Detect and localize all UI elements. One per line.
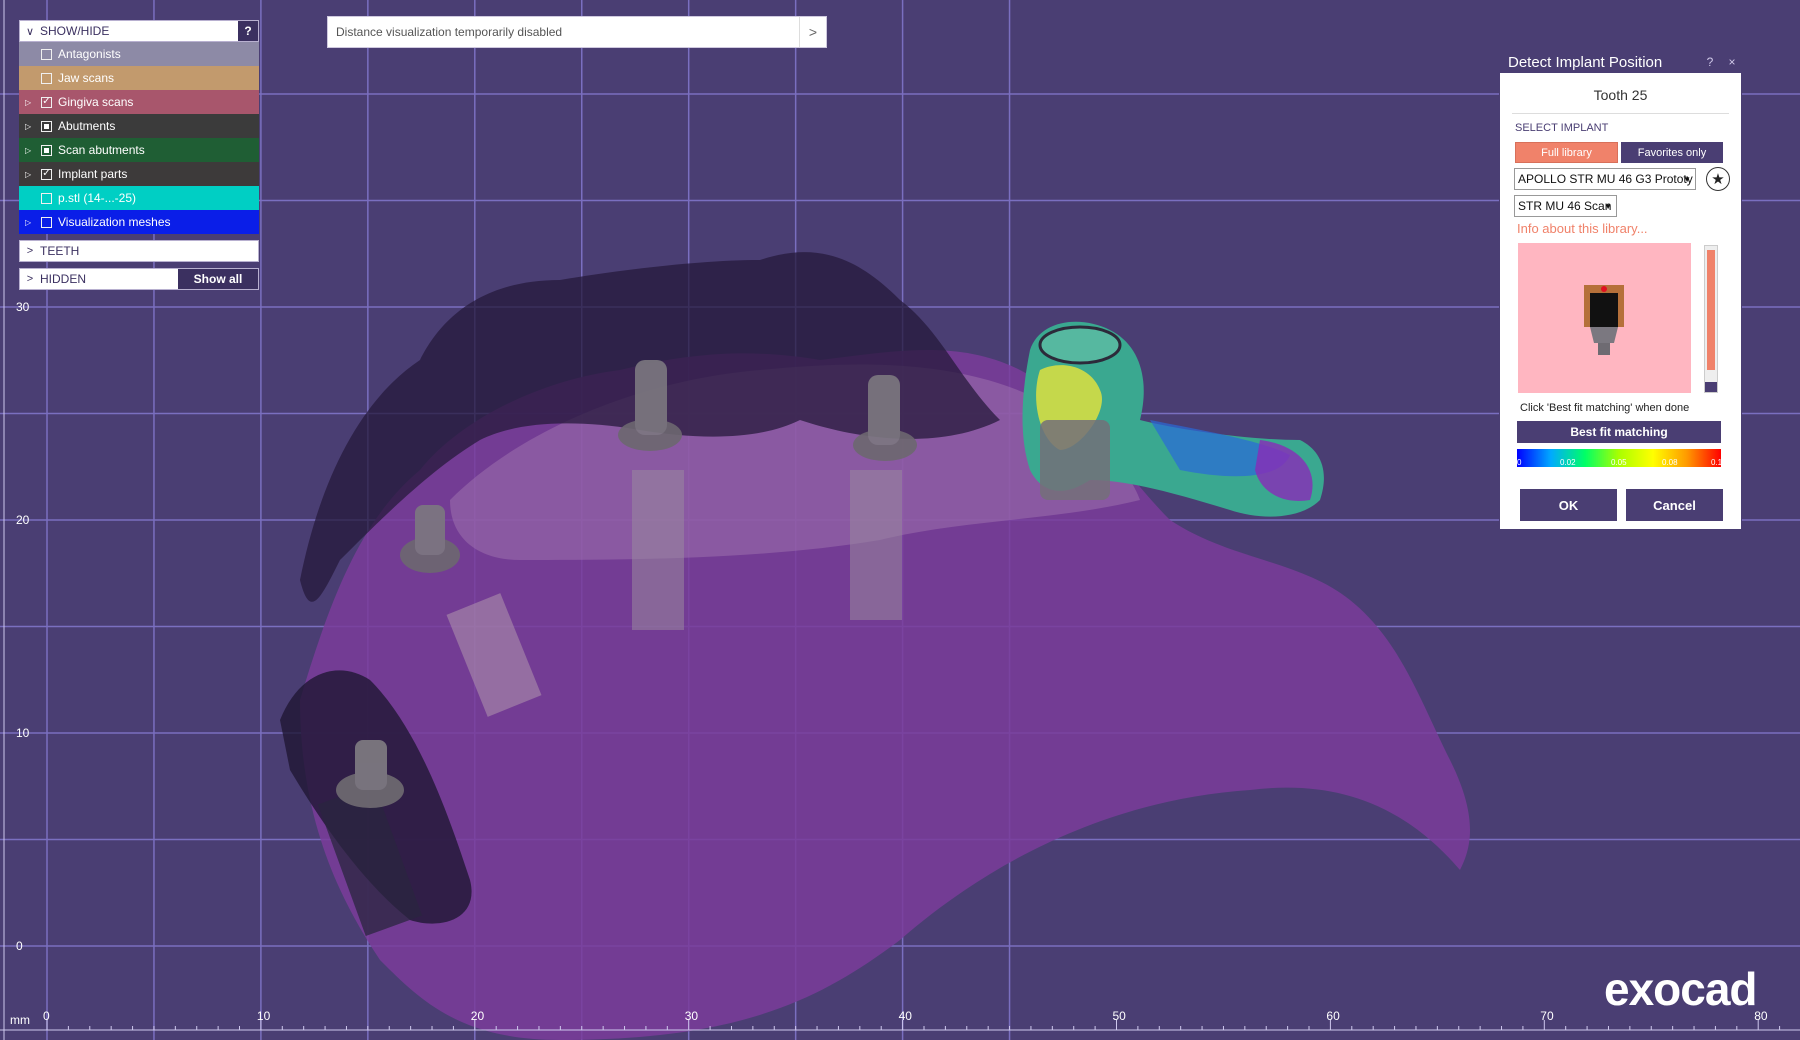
library-toggle: Full library Favorites only <box>1515 142 1741 163</box>
y-axis-tick-label: 20 <box>16 513 30 527</box>
chevron-down-icon: ▼ <box>1604 201 1612 211</box>
expand-triangle-icon[interactable]: ▷ <box>25 170 37 179</box>
library-info-link[interactable]: Info about this library... <box>1517 221 1648 236</box>
best-fit-matching-button[interactable]: Best fit matching <box>1517 421 1721 443</box>
library-dropdown[interactable]: APOLLO STR MU 46 G3 Prototy ▼ <box>1514 168 1696 190</box>
library-dropdown-value: APOLLO STR MU 46 G3 Prototy <box>1518 172 1693 186</box>
hidden-label: HIDDEN <box>40 272 87 286</box>
colorbar-tick-label: 0.05 <box>1611 458 1627 467</box>
colorbar-tick-label: 0.02 <box>1560 458 1576 467</box>
visibility-checkbox[interactable]: ✓ <box>41 168 52 180</box>
layer-row[interactable]: ▷ ✓ Implant parts <box>19 162 259 186</box>
layer-row[interactable]: ▷ Scan abutments <box>19 138 259 162</box>
layer-row[interactable]: ▷ Visualization meshes <box>19 210 259 234</box>
x-axis-tick-label: 20 <box>471 1009 485 1023</box>
implant-preview <box>1518 243 1691 393</box>
full-library-button[interactable]: Full library <box>1515 142 1618 163</box>
colorbar-tick-label: 0 <box>1517 458 1522 467</box>
star-icon[interactable]: ★ <box>1706 167 1730 191</box>
layer-label: Abutments <box>58 119 116 133</box>
layer-label: Scan abutments <box>58 143 145 157</box>
visibility-checkbox[interactable] <box>41 48 52 60</box>
visibility-checkbox[interactable] <box>41 144 52 156</box>
x-axis-tick-label: 70 <box>1540 1009 1554 1023</box>
x-axis-tick-label: 50 <box>1113 1009 1127 1023</box>
detect-implant-dialog: Detect Implant Position ? × Tooth 25 SEL… <box>1499 50 1742 530</box>
x-axis-tick-label: 60 <box>1326 1009 1340 1023</box>
layer-label: Jaw scans <box>58 71 115 85</box>
layer-row[interactable]: Jaw scans <box>19 66 259 90</box>
hidden-section[interactable]: > HIDDEN Show all <box>19 268 259 290</box>
visibility-checkbox[interactable] <box>41 192 52 204</box>
expand-triangle-icon[interactable]: ▷ <box>25 122 37 131</box>
layer-row[interactable]: ▷ Abutments <box>19 114 259 138</box>
favorites-only-button[interactable]: Favorites only <box>1621 142 1723 163</box>
close-icon[interactable]: × <box>1723 55 1741 69</box>
layer-label: Visualization meshes <box>58 215 171 229</box>
slider-thumb[interactable] <box>1705 382 1717 392</box>
scan-abutment-colored <box>1022 321 1324 517</box>
best-fit-hint: Click 'Best fit matching' when done <box>1520 402 1690 414</box>
implant-dropdown[interactable]: STR MU 46 Scan ▼ <box>1514 195 1617 217</box>
y-axis-tick-label: 30 <box>16 300 30 314</box>
colorbar-tick-label: 0.1 <box>1711 458 1723 467</box>
visibility-checkbox[interactable] <box>41 216 52 228</box>
x-axis-tick-label: 0 <box>43 1009 50 1023</box>
chevron-right-icon[interactable]: > <box>799 17 826 47</box>
dialog-titlebar[interactable]: Detect Implant Position ? × <box>1500 51 1741 73</box>
x-axis-tick-label: 10 <box>257 1009 271 1023</box>
show-hide-list: Antagonists Jaw scans ▷ ✓ Gingiva scans ▷ Abut… <box>19 42 259 234</box>
layer-row[interactable]: ▷ ✓ Gingiva scans <box>19 90 259 114</box>
teeth-section[interactable]: > TEETH <box>19 240 259 262</box>
implant-preview-image <box>1584 285 1624 355</box>
show-hide-header[interactable]: ∨ SHOW/HIDE ? <box>19 20 259 42</box>
expand-triangle-icon[interactable]: ▷ <box>25 146 37 155</box>
select-implant-label: SELECT IMPLANT <box>1515 122 1609 134</box>
teeth-label: TEETH <box>40 244 80 258</box>
layer-label: p.stl (14-...-25) <box>58 191 137 205</box>
tooth-label: Tooth 25 <box>1593 87 1648 103</box>
show-hide-title: SHOW/HIDE <box>40 24 110 38</box>
dental-model[interactable] <box>280 252 1470 1040</box>
y-axis-tick-label: 0 <box>16 939 23 953</box>
chevron-down-icon: ▼ <box>1683 174 1691 184</box>
x-axis-tick-label: 40 <box>899 1009 913 1023</box>
show-all-button[interactable]: Show all <box>178 269 258 289</box>
exocad-logo: exocad <box>1604 963 1758 1015</box>
layer-label: Implant parts <box>58 167 128 181</box>
layer-row[interactable]: Antagonists <box>19 42 259 66</box>
y-axis-tick-label: 10 <box>16 726 30 740</box>
visibility-checkbox[interactable] <box>41 72 52 84</box>
ok-button[interactable]: OK <box>1520 489 1617 521</box>
detail-slider[interactable] <box>1704 245 1718 393</box>
chevron-right-icon: > <box>26 273 34 285</box>
chevron-down-icon: ∨ <box>25 25 35 38</box>
implant-dropdown-value: STR MU 46 Scan <box>1518 199 1612 213</box>
unit-label: mm <box>10 1013 30 1027</box>
x-axis-tick-label: 30 <box>685 1009 699 1023</box>
help-button[interactable]: ? <box>238 21 258 41</box>
expand-triangle-icon[interactable]: ▷ <box>25 218 37 227</box>
layer-label: Antagonists <box>58 47 121 61</box>
notice-text: Distance visualization temporarily disab… <box>336 25 563 39</box>
colorbar-tick-label: 0.08 <box>1662 458 1678 467</box>
chevron-right-icon: > <box>26 245 34 257</box>
layer-row[interactable]: p.stl (14-...-25) <box>19 186 259 210</box>
visibility-checkbox[interactable] <box>41 120 52 132</box>
divider <box>1512 113 1729 114</box>
slider-fill <box>1707 250 1715 370</box>
deviation-color-bar: 0 0.02 0.05 0.08 0.1 <box>1517 449 1723 467</box>
dialog-title: Detect Implant Position <box>1508 53 1663 71</box>
layer-label: Gingiva scans <box>58 95 134 109</box>
dialog-help-button[interactable]: ? <box>1701 55 1719 69</box>
cancel-button[interactable]: Cancel <box>1626 489 1723 521</box>
distance-visualization-notice: Distance visualization temporarily disab… <box>327 16 827 48</box>
show-hide-panel: ∨ SHOW/HIDE ? Antagonists Jaw scans ▷ ✓ Ging… <box>19 20 259 290</box>
visibility-checkbox[interactable]: ✓ <box>41 96 52 108</box>
expand-triangle-icon[interactable]: ▷ <box>25 98 37 107</box>
